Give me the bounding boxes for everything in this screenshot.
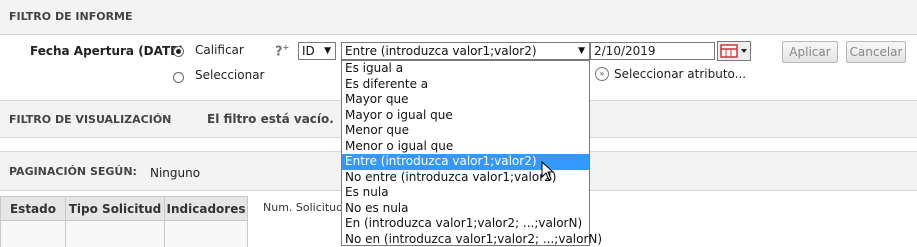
report-filter-header-band: [0, 0, 917, 34]
grid-column-header-indicadores[interactable]: Indicadores: [165, 196, 248, 221]
view-filter-status: El filtro está vacío.: [207, 112, 334, 126]
select-attribute-link[interactable]: » Seleccionar atributo...: [595, 67, 746, 81]
select-attribute-label: Seleccionar atributo...: [614, 67, 747, 81]
chevron-down-icon: ▼: [324, 46, 331, 56]
operator-option[interactable]: Es diferente a: [342, 77, 589, 93]
divider: [0, 34, 917, 35]
calendar-picker-button[interactable]: [717, 41, 751, 61]
grid-metric-header[interactable]: Num. Solicitud: [263, 201, 343, 214]
radio-dot: [176, 49, 181, 54]
grid-column-header-estado[interactable]: Estado: [0, 196, 66, 221]
radio-select-label[interactable]: Seleccionar: [195, 68, 264, 82]
operator-option[interactable]: Es igual a: [342, 61, 589, 77]
operator-option[interactable]: No es nula: [342, 201, 589, 217]
operator-select-value: Entre (introduzca valor1;valor2): [345, 44, 537, 58]
radio-qualify[interactable]: [173, 46, 184, 57]
mouse-cursor-icon: [541, 161, 555, 181]
pagination-title: PAGINACIÓN SEGÚN:: [9, 165, 137, 178]
radio-select[interactable]: [173, 72, 184, 83]
chevron-double-right-icon: »: [595, 67, 609, 81]
operator-option[interactable]: Es nula: [342, 185, 589, 201]
grid-cell: [165, 221, 248, 247]
chevron-down-icon: ▼: [578, 46, 585, 56]
date-value-input[interactable]: 2/10/2019: [590, 42, 715, 60]
operator-option[interactable]: Mayor que: [342, 92, 589, 108]
field-label: Fecha Apertura (DATE): [30, 44, 184, 58]
grid-cell: [0, 221, 66, 247]
apply-button[interactable]: Aplicar: [782, 41, 838, 63]
operator-dropdown-list[interactable]: Es igual a Es diferente a Mayor que Mayo…: [341, 60, 602, 247]
operator-option[interactable]: No en (introduzca valor1;valor2; ...;val…: [342, 232, 602, 247]
operator-option[interactable]: Menor o igual que: [342, 139, 589, 155]
view-filter-title: FILTRO DE VISUALIZACIÓN: [9, 113, 172, 126]
radio-qualify-label[interactable]: Calificar: [195, 43, 244, 57]
operator-option[interactable]: En (introduzca valor1;valor2; ...;valorN…: [342, 216, 589, 232]
grid-column-header-tipo-solicitud[interactable]: Tipo Solicitud: [66, 196, 165, 221]
cancel-button[interactable]: Cancelar: [846, 41, 906, 63]
help-icon[interactable]: ?+: [275, 43, 289, 59]
calendar-icon: [720, 44, 747, 58]
attribute-form-select[interactable]: ID ▼: [298, 42, 336, 60]
grid-cell: [66, 221, 165, 247]
attribute-form-value: ID: [302, 44, 315, 58]
operator-option[interactable]: Menor que: [342, 123, 589, 139]
pagination-value: Ninguno: [150, 166, 201, 180]
report-filter-title: FILTRO DE INFORME: [9, 10, 133, 23]
operator-option[interactable]: Mayor o igual que: [342, 108, 589, 124]
operator-select[interactable]: Entre (introduzca valor1;valor2) ▼: [341, 42, 590, 60]
